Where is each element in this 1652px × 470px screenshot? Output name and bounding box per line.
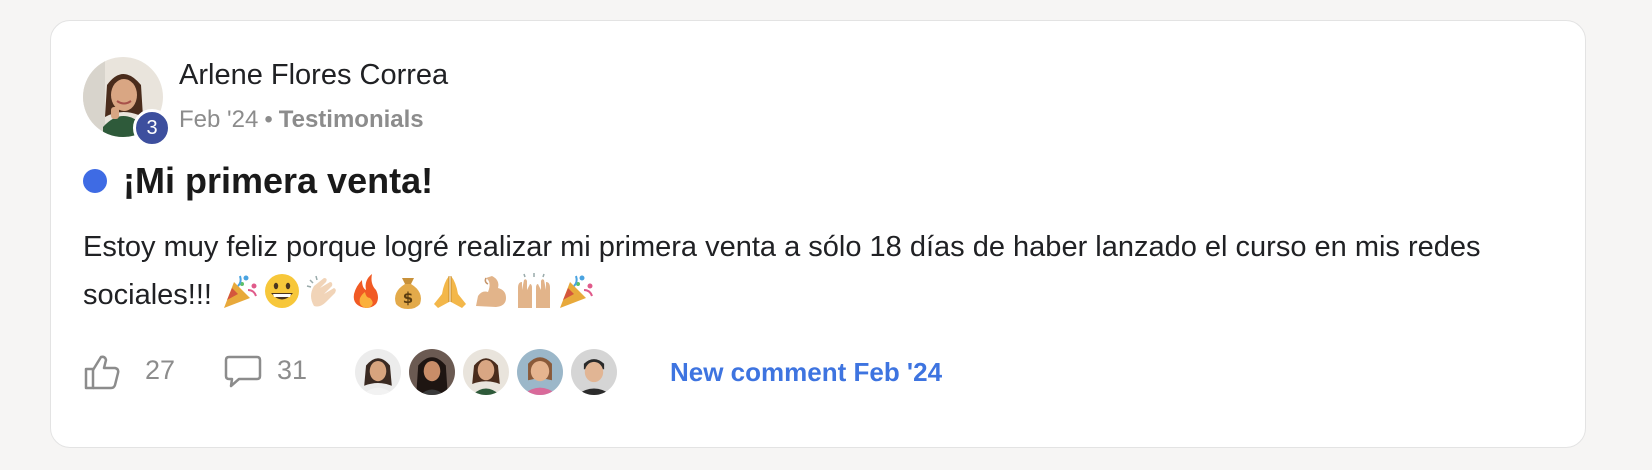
- post-date: Feb '24: [179, 106, 259, 133]
- unread-indicator: [83, 169, 107, 193]
- post-category[interactable]: Testimonials: [279, 106, 424, 133]
- folded-hands-icon: [433, 276, 466, 308]
- level-badge: 3: [133, 109, 171, 147]
- emoji-sequence: $: [220, 272, 596, 310]
- meta-separator: •: [264, 106, 273, 133]
- commenter-avatar[interactable]: [569, 347, 619, 397]
- commenter-avatar[interactable]: [461, 347, 511, 397]
- party-popper-icon: [223, 275, 257, 308]
- post-card[interactable]: 3 Arlene Flores Correa Feb '24 • Testimoni…: [50, 20, 1586, 448]
- recent-commenters[interactable]: [353, 347, 623, 397]
- comment-count: 31: [277, 355, 308, 385]
- new-comment-link[interactable]: New comment Feb '24: [670, 357, 942, 388]
- comment-bubble-icon[interactable]: [223, 353, 263, 389]
- post-title[interactable]: ¡Mi primera venta!: [123, 160, 433, 202]
- post-title-row[interactable]: ¡Mi primera venta!: [83, 160, 433, 202]
- svg-text:$: $: [403, 289, 413, 307]
- money-bag-icon: $: [395, 278, 421, 309]
- post-meta: Feb '24 • Testimonials: [179, 106, 424, 134]
- commenter-avatar[interactable]: [353, 347, 403, 397]
- author-name[interactable]: Arlene Flores Correa: [179, 59, 448, 92]
- raising-hands-icon: [517, 273, 550, 308]
- post-footer: 27 31 New comment Feb '24: [83, 347, 1543, 397]
- author-avatar-wrapper[interactable]: 3: [83, 57, 171, 147]
- fire-icon: [353, 274, 378, 308]
- flexed-biceps-icon: [475, 276, 506, 307]
- clapping-hands-icon: [306, 275, 336, 307]
- commenter-avatar[interactable]: [407, 347, 457, 397]
- like-count: 27: [145, 355, 176, 385]
- commenter-avatar[interactable]: [515, 347, 565, 397]
- like-thumbs-up-icon[interactable]: [83, 353, 121, 391]
- post-body: Estoy muy feliz porque logré realizar mi…: [83, 223, 1543, 319]
- grinning-face-icon: [264, 274, 299, 308]
- party-popper-icon: [559, 275, 593, 308]
